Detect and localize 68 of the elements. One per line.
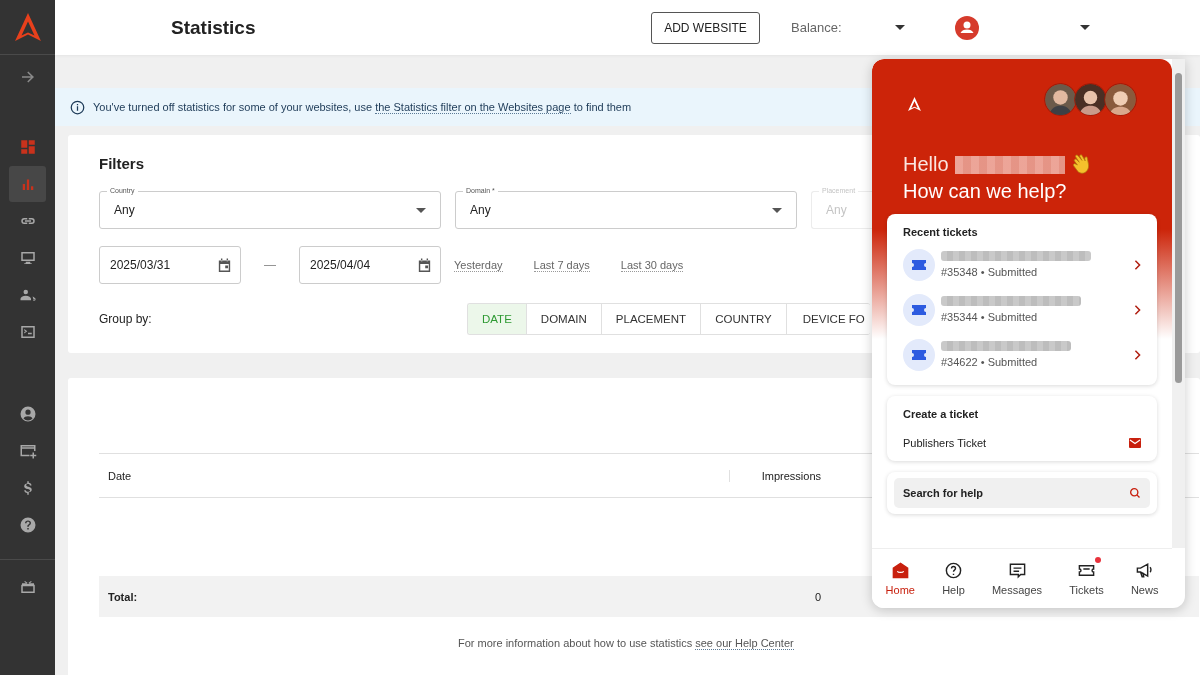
table-cell-text: 0 bbox=[813, 590, 822, 603]
filters-title: Filters bbox=[99, 155, 144, 172]
scrollbar[interactable] bbox=[1172, 59, 1185, 548]
start-date-field[interactable]: 2025/03/31 bbox=[99, 246, 241, 284]
help-icon bbox=[18, 516, 37, 534]
total-label: Total: bbox=[107, 590, 139, 603]
date-preset-link[interactable]: Last 30 days bbox=[620, 258, 684, 272]
statistics-filter-link[interactable]: the Statistics filter on the Websites page bbox=[375, 101, 571, 114]
group-by-tab[interactable]: DEVICE FO bbox=[785, 304, 870, 334]
search-icon bbox=[1129, 487, 1141, 499]
create-ticket-title: Create a ticket bbox=[903, 408, 980, 420]
logo-icon bbox=[908, 96, 921, 111]
logo-icon[interactable] bbox=[14, 13, 41, 41]
home-icon bbox=[890, 561, 910, 580]
user-avatar-icon bbox=[955, 15, 979, 40]
panel-tab[interactable]: Tickets bbox=[1069, 561, 1104, 596]
help-center-link[interactable]: see our Help Center bbox=[695, 637, 794, 650]
ticket-item[interactable]: #35344 • Submitted bbox=[903, 291, 1141, 328]
panel-tab[interactable]: News bbox=[1130, 561, 1159, 596]
caret-icon bbox=[416, 207, 426, 213]
help-icon bbox=[943, 561, 963, 580]
recent-tickets-title: Recent tickets bbox=[903, 226, 979, 238]
date-preset-link[interactable]: Last 7 days bbox=[533, 258, 590, 272]
search-help-field[interactable]: Search for help bbox=[894, 478, 1150, 508]
calendar-icon bbox=[216, 256, 233, 274]
date-preset-link[interactable]: Yesterday bbox=[454, 258, 503, 272]
account-icon bbox=[18, 405, 37, 423]
group-by-label: Group by: bbox=[99, 312, 153, 326]
caret-icon bbox=[772, 207, 782, 213]
card-plus-icon bbox=[18, 442, 37, 460]
add-website-button[interactable]: ADD WEBSITE bbox=[651, 11, 760, 44]
mail-icon bbox=[1129, 438, 1141, 448]
balance-dropdown[interactable]: Balance: bbox=[791, 20, 905, 35]
terminal-icon bbox=[18, 323, 37, 341]
megaphone-icon bbox=[1135, 561, 1155, 580]
column-header[interactable]: Date bbox=[99, 469, 729, 482]
page-title: Statistics bbox=[171, 16, 257, 39]
column-header[interactable]: Impressions bbox=[729, 469, 829, 482]
panel-tab[interactable]: Messages bbox=[991, 561, 1043, 596]
help-note: For more information about how to use statistics see our Help Center bbox=[457, 637, 795, 649]
range-dash: — bbox=[263, 258, 277, 272]
greeting-text: Hello bbox=[903, 153, 949, 176]
gift-icon[interactable] bbox=[18, 578, 37, 596]
chevron-right-icon bbox=[1134, 349, 1141, 360]
ticket-icon bbox=[903, 293, 935, 326]
chevron-right-icon bbox=[1134, 304, 1141, 315]
ticket-icon bbox=[903, 248, 935, 281]
message-icon bbox=[1007, 561, 1027, 580]
help-question: How can we help? bbox=[903, 180, 1068, 203]
notice-text: You've turned off statistics for some of your websites, use the Statistics filter on the Websites page to find them bbox=[93, 101, 632, 113]
ticket-status: #35348 • Submitted bbox=[941, 266, 1039, 278]
monitor-icon bbox=[18, 249, 37, 267]
info-icon bbox=[70, 99, 85, 115]
panel-tab[interactable]: Home bbox=[885, 561, 915, 596]
calendar-icon bbox=[416, 256, 433, 274]
ticket-icon bbox=[903, 338, 935, 371]
ticket-item[interactable]: #34622 • Submitted bbox=[903, 336, 1141, 373]
caret-icon bbox=[895, 25, 905, 30]
panel-tab[interactable]: Help bbox=[942, 561, 965, 596]
caret-icon bbox=[1080, 25, 1090, 30]
dashboard-icon bbox=[18, 138, 37, 156]
ticket-status: #35344 • Submitted bbox=[941, 311, 1039, 323]
publishers-ticket-item[interactable]: Publishers Ticket bbox=[903, 437, 1141, 449]
ticket-status: #34622 • Submitted bbox=[941, 356, 1039, 368]
end-date-field[interactable]: 2025/04/04 bbox=[299, 246, 441, 284]
chevron-right-icon bbox=[1134, 259, 1141, 270]
ticket-item[interactable]: #35348 • Submitted bbox=[903, 246, 1141, 283]
account-dropdown[interactable] bbox=[955, 15, 1090, 40]
